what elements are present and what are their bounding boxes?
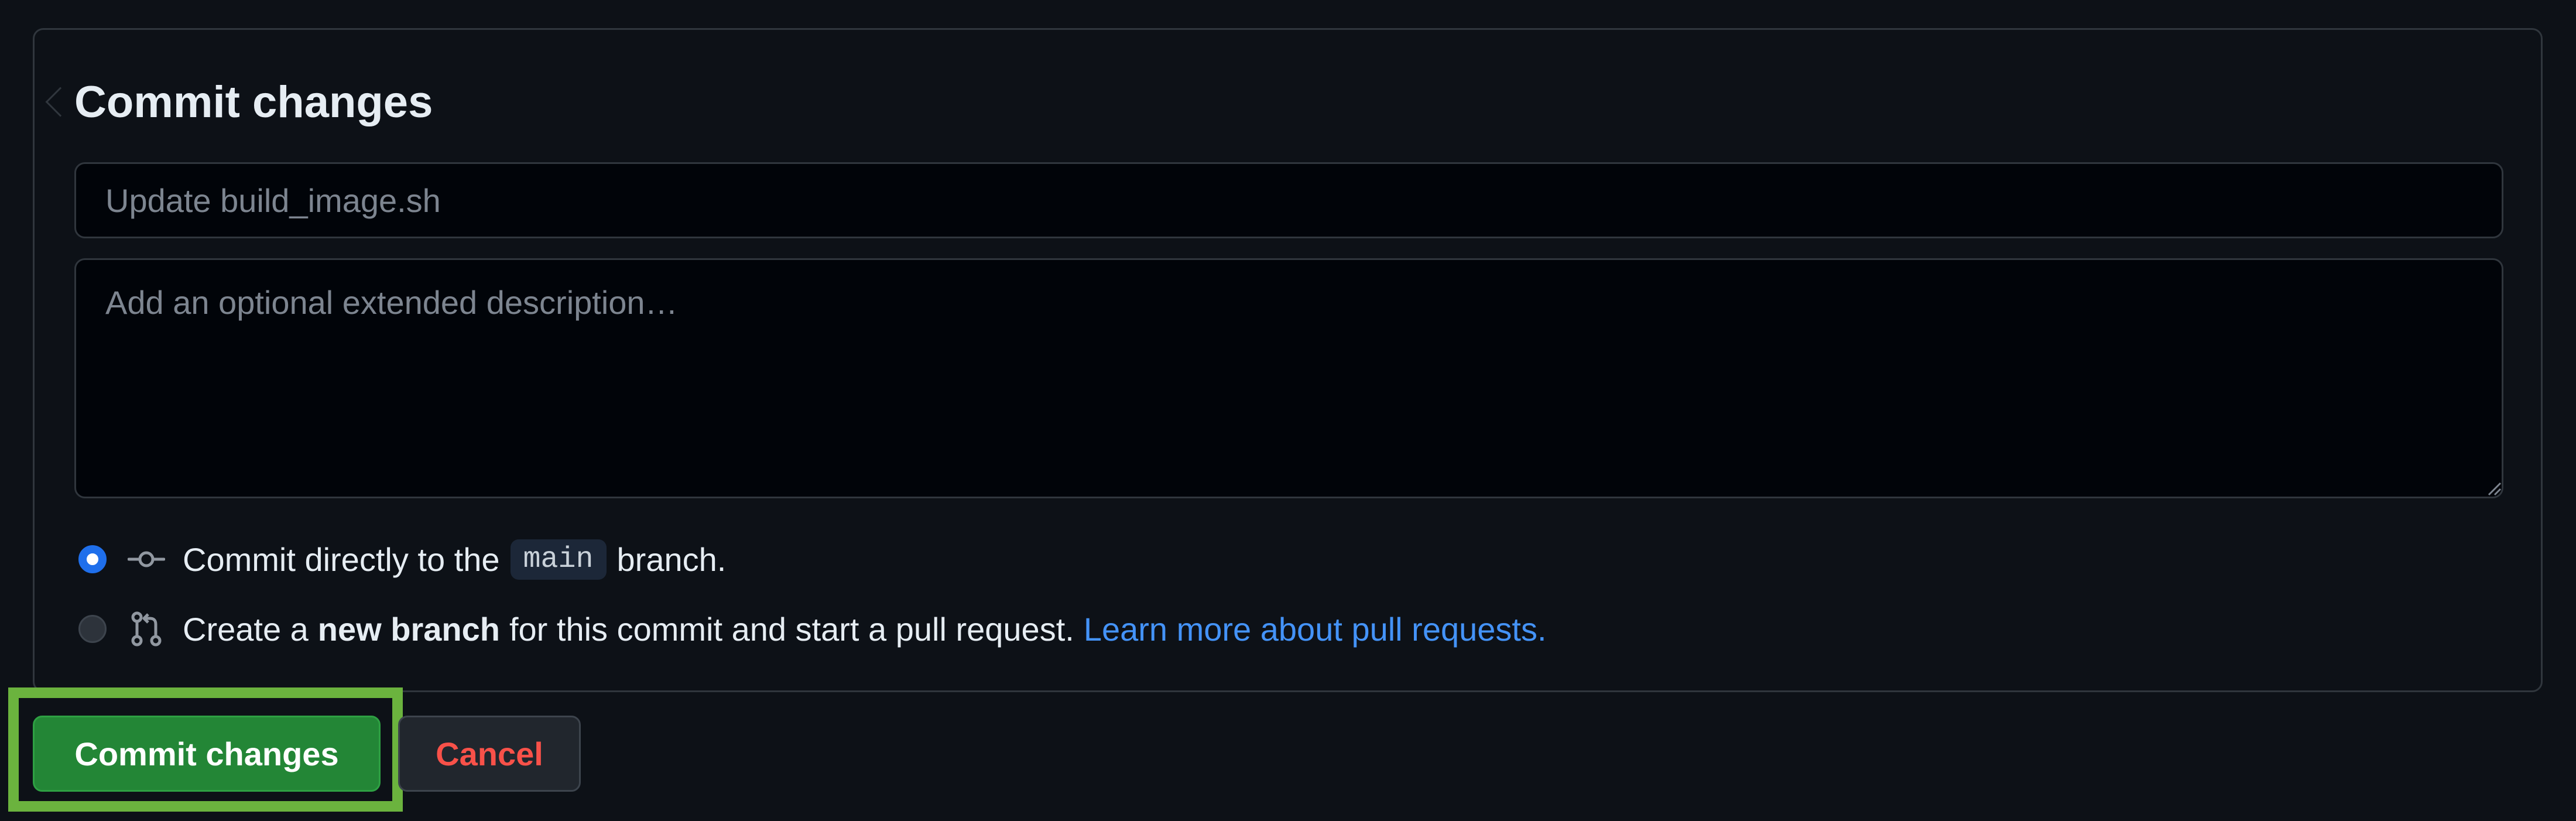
- panel-title: Commit changes: [74, 77, 433, 127]
- new-branch-bold-text: new branch: [317, 610, 500, 648]
- commit-summary-input[interactable]: [74, 162, 2503, 238]
- commit-direct-label: Commit directly to the main branch.: [183, 539, 726, 580]
- commit-panel: Commit changes: [33, 28, 2543, 692]
- commit-direct-text-before: Commit directly to the: [183, 541, 500, 578]
- panel-caret: [45, 87, 76, 117]
- new-branch-radio[interactable]: [78, 615, 107, 643]
- new-branch-label: Create a new branch for this commit and …: [183, 610, 1547, 648]
- resize-handle-icon[interactable]: [2486, 481, 2502, 496]
- git-pull-request-icon: [131, 611, 162, 646]
- new-branch-text-before: Create a: [183, 610, 309, 648]
- commit-direct-option[interactable]: Commit directly to the main branch.: [78, 536, 726, 583]
- commit-direct-text-after: branch.: [616, 541, 727, 578]
- new-branch-text-after: for this commit and start a pull request…: [509, 610, 1074, 648]
- branch-name-badge: main: [510, 539, 607, 580]
- commit-direct-radio[interactable]: [78, 545, 107, 573]
- cancel-button[interactable]: Cancel: [398, 716, 581, 792]
- page: Commit changes Commit directly to the ma…: [0, 0, 2576, 821]
- git-commit-icon: [128, 551, 165, 567]
- commit-changes-button[interactable]: Commit changes: [33, 716, 381, 792]
- learn-more-pull-requests-link[interactable]: Learn more about pull requests.: [1084, 610, 1547, 648]
- commit-description-textarea[interactable]: [74, 258, 2503, 498]
- new-branch-option[interactable]: Create a new branch for this commit and …: [78, 606, 1547, 652]
